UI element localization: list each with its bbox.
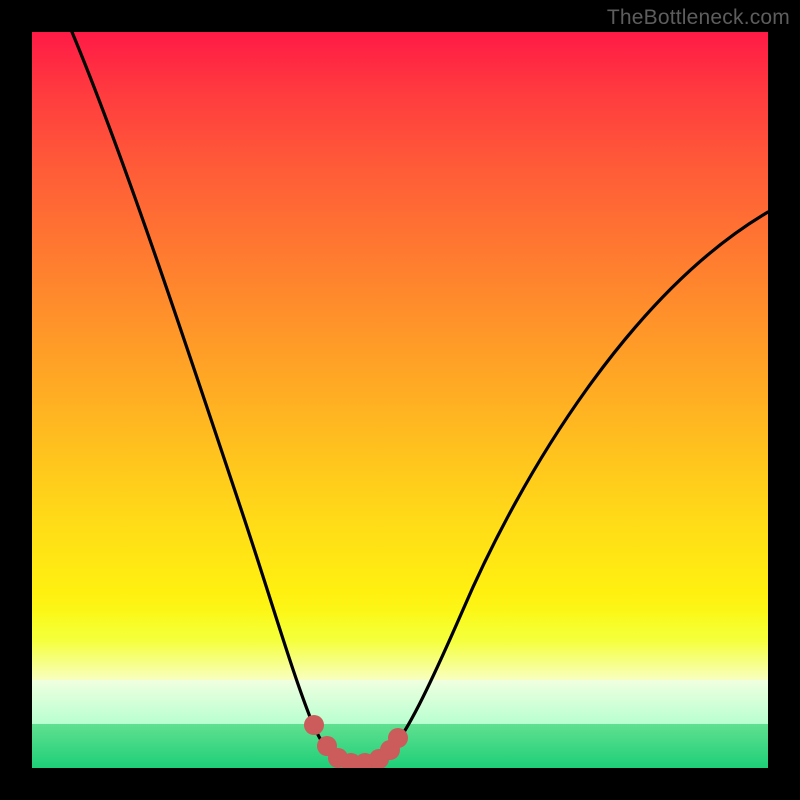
bottleneck-floor-markers bbox=[304, 715, 408, 768]
curve-layer bbox=[32, 32, 768, 768]
plot-area bbox=[32, 32, 768, 768]
watermark-text: TheBottleneck.com bbox=[607, 6, 790, 30]
marker-dot bbox=[304, 715, 324, 735]
chart-frame: TheBottleneck.com bbox=[0, 0, 800, 800]
marker-dot bbox=[388, 728, 408, 748]
bottleneck-curve bbox=[72, 32, 768, 763]
